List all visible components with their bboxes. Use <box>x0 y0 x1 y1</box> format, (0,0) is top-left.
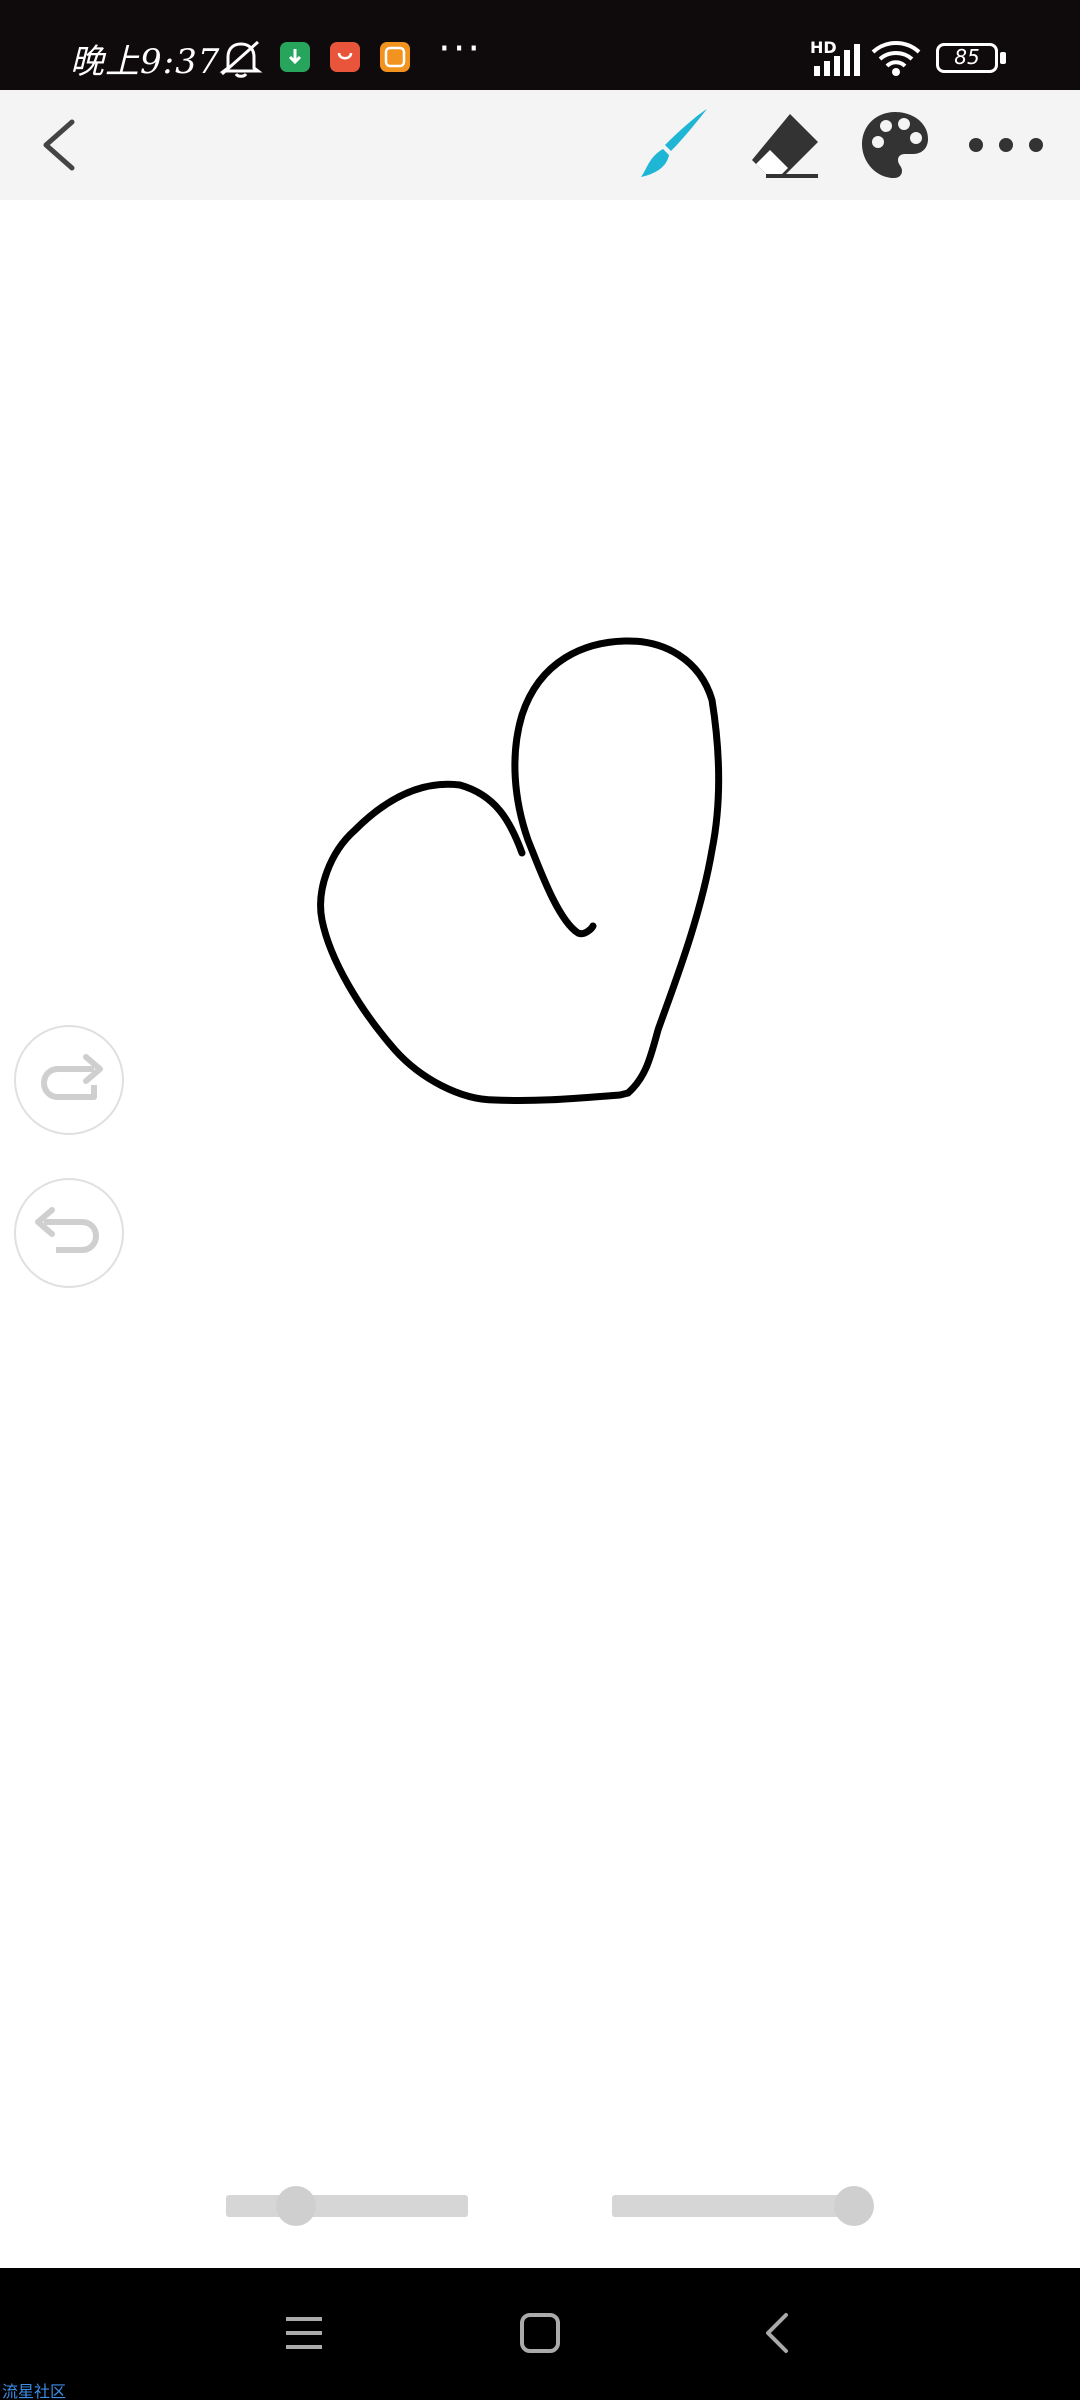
undo-button[interactable] <box>14 1178 124 1288</box>
home-icon[interactable] <box>518 2311 562 2355</box>
brush-icon[interactable] <box>635 105 715 185</box>
drawing-canvas[interactable] <box>0 200 1080 2268</box>
undo-icon <box>35 1207 99 1253</box>
shopping-app-icon <box>330 42 360 72</box>
wifi-icon <box>871 41 921 76</box>
opacity-slider-thumb[interactable] <box>834 2186 874 2226</box>
menu-icon[interactable] <box>282 2313 326 2353</box>
mute-bell-icon <box>219 40 263 78</box>
redo-button[interactable] <box>14 1025 124 1135</box>
brush-size-slider-thumb[interactable] <box>276 2186 316 2226</box>
battery-level: 85 <box>954 45 980 69</box>
status-more-icon: ··· <box>438 26 483 72</box>
drawing-toolbar <box>0 90 1080 200</box>
more-horizontal-icon[interactable] <box>966 130 1046 160</box>
eraser-icon[interactable] <box>748 110 823 182</box>
watermark: 流星社区 <box>2 2382 67 2401</box>
status-time: 晚上9:37 <box>70 42 221 82</box>
heart-stroke <box>317 637 723 1105</box>
status-bar: 晚上9:37 ··· HD 85 <box>0 0 1080 90</box>
opacity-slider-track[interactable] <box>612 2195 852 2217</box>
palette-icon[interactable] <box>858 108 932 182</box>
signal-icon <box>814 44 860 76</box>
battery-cap <box>1000 52 1006 64</box>
back-chevron-icon[interactable] <box>30 110 90 180</box>
brush-size-slider-track[interactable] <box>226 2195 468 2217</box>
system-nav-bar <box>0 2268 1080 2400</box>
back-icon[interactable] <box>758 2311 798 2355</box>
taobao-app-icon <box>380 42 410 72</box>
redo-icon <box>41 1054 103 1100</box>
download-app-icon <box>280 42 310 72</box>
